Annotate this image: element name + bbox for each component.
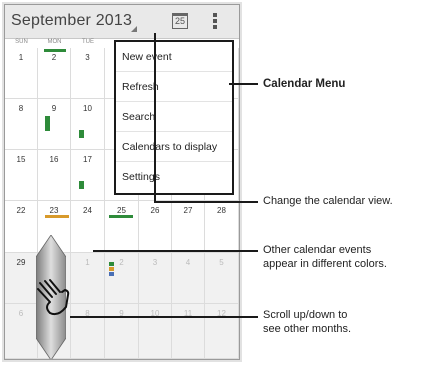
day-number: 4 — [185, 258, 191, 267]
event-bar[interactable] — [109, 215, 133, 218]
view-callout-line-v — [154, 33, 156, 202]
event-marker[interactable] — [79, 181, 84, 189]
event-marker[interactable] — [45, 116, 50, 131]
day-cell[interactable]: 17 — [71, 150, 105, 201]
menu-item[interactable]: Calendars to display — [116, 132, 232, 162]
event-marker[interactable] — [79, 130, 84, 138]
menu-item[interactable]: Search — [116, 102, 232, 132]
event-bar[interactable] — [44, 49, 66, 52]
event-marker[interactable] — [109, 262, 114, 266]
day-cell[interactable]: 4 — [172, 253, 205, 304]
day-number: 2 — [51, 53, 57, 62]
scroll-callout-line1: Scroll up/down to — [263, 309, 348, 321]
day-number: 9 — [51, 104, 57, 113]
day-number: 10 — [83, 104, 92, 113]
event-bar[interactable] — [45, 215, 69, 218]
action-bar: September 2013 25 — [5, 5, 239, 39]
day-number: 25 — [117, 206, 126, 215]
events-callout-line2: appear in different colors. — [263, 258, 387, 270]
day-cell[interactable]: 12 — [205, 304, 239, 359]
day-number: 15 — [16, 155, 26, 164]
phone-screen: September 2013 25 SUN MON TUE 1 2 3 8 9 10 15 16 1… — [4, 4, 240, 360]
day-number: 3 — [85, 53, 90, 62]
day-cell[interactable]: 25 — [105, 201, 139, 253]
day-cell[interactable]: 3 — [139, 253, 172, 304]
scroll-callout-line2: see other months. — [263, 323, 352, 335]
day-number: 8 — [18, 104, 24, 113]
day-cell[interactable]: 27 — [172, 201, 205, 253]
event-marker[interactable] — [109, 267, 114, 271]
hand-pointer-icon — [37, 279, 70, 316]
day-cell[interactable]: 1 — [5, 48, 38, 99]
day-number: 1 — [85, 258, 90, 267]
day-cell[interactable]: 24 — [71, 201, 105, 253]
menu-item[interactable]: New event — [116, 42, 232, 72]
day-number: 3 — [152, 258, 158, 267]
day-cell[interactable]: 2 — [105, 253, 139, 304]
weekday-header: SUN — [15, 39, 28, 45]
menu-item[interactable]: Refresh — [116, 72, 232, 102]
day-cell[interactable]: 3 — [71, 48, 105, 99]
view-callout-line-h — [154, 201, 258, 203]
day-cell[interactable]: 22 — [5, 201, 38, 253]
overflow-menu-icon[interactable] — [212, 13, 218, 31]
day-cell[interactable]: 2 — [38, 48, 71, 99]
day-cell[interactable]: 15 — [5, 150, 38, 201]
day-cell[interactable]: 10 — [71, 99, 105, 150]
day-number: 29 — [16, 258, 26, 267]
day-cell[interactable]: 1 — [71, 253, 105, 304]
events-callout-line1: Other calendar events — [263, 244, 372, 256]
day-number: 24 — [83, 206, 92, 215]
day-cell[interactable]: 16 — [38, 150, 71, 201]
day-cell[interactable]: 5 — [205, 253, 239, 304]
day-cell[interactable]: 9 — [38, 99, 71, 150]
overflow-menu: New event Refresh Search Calendars to displ… — [114, 40, 234, 195]
today-calendar-icon[interactable]: 25 — [172, 13, 188, 29]
day-number: 27 — [183, 206, 193, 215]
day-cell[interactable]: 9 — [105, 304, 139, 359]
weekday-header: TUE — [82, 39, 94, 45]
calendar-menu-callout: Calendar Menu — [263, 78, 346, 90]
day-cell[interactable]: 8 — [5, 99, 38, 150]
day-number: 22 — [16, 206, 26, 215]
day-cell[interactable]: 28 — [205, 201, 239, 253]
menu-item[interactable]: Settings — [116, 162, 232, 192]
day-cell[interactable]: 10 — [139, 304, 172, 359]
day-number: 17 — [83, 155, 92, 164]
day-cell[interactable]: 26 — [139, 201, 172, 253]
day-number: 26 — [150, 206, 160, 215]
weekday-header: MON — [47, 39, 62, 45]
menu-callout-line — [229, 83, 258, 85]
change-view-callout: Change the calendar view. — [263, 195, 393, 207]
day-number: 5 — [219, 258, 224, 267]
view-dropdown-icon[interactable] — [131, 26, 137, 32]
day-cell[interactable]: 11 — [172, 304, 205, 359]
day-number: 23 — [49, 206, 59, 215]
day-cell[interactable]: 8 — [71, 304, 105, 359]
day-number: 1 — [18, 53, 24, 62]
scroll-callout-line — [70, 316, 258, 318]
month-title[interactable]: September 2013 — [11, 12, 132, 30]
day-number: 16 — [49, 155, 59, 164]
day-number: 28 — [217, 206, 226, 215]
event-marker[interactable] — [109, 272, 114, 276]
events-callout-line — [93, 250, 258, 252]
